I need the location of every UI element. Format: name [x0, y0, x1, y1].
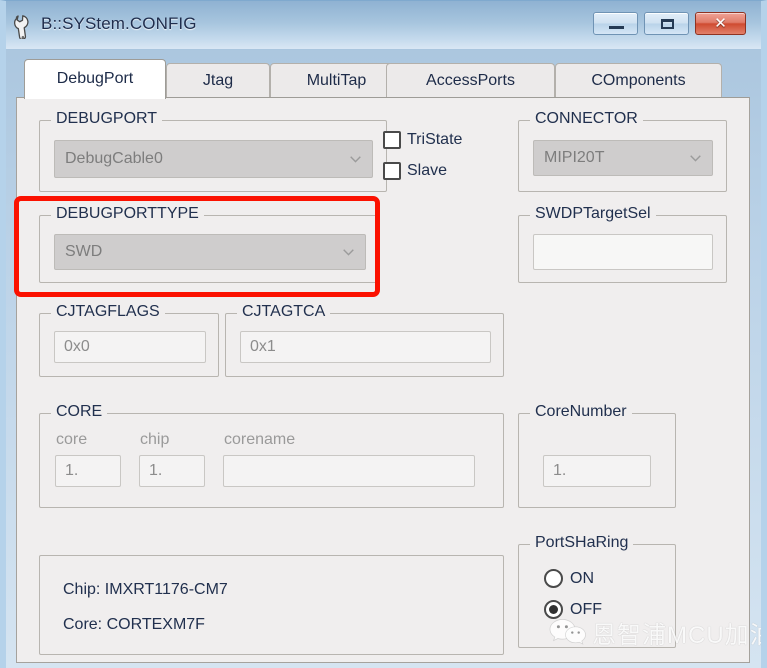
cjtagtca-input[interactable]: 0x1 [240, 331, 491, 363]
maximize-button[interactable] [644, 12, 689, 35]
slave-checkbox[interactable] [383, 162, 401, 180]
core-legend: CORE [51, 403, 108, 421]
cjtagtca-group: CJTAGTCA 0x1 [225, 303, 504, 377]
debugporttype-group: DEBUGPORTTYPE SWD [39, 205, 377, 283]
chevron-down-icon [343, 249, 354, 256]
tab-debugport[interactable]: DebugPort [24, 59, 166, 99]
cjtagtca-value: 0x1 [250, 338, 276, 355]
swdptargetsel-value [543, 235, 707, 269]
radio-selected-dot [549, 605, 558, 614]
tab-jtag[interactable]: Jtag [166, 63, 270, 98]
title-bar[interactable]: B::SYStem.CONFIG ✕ [6, 1, 761, 50]
chevron-down-icon [350, 156, 361, 163]
portsharing-off-label: OFF [570, 601, 602, 618]
window-title: B::SYStem.CONFIG [41, 14, 197, 33]
swdptargetsel-group: SWDPTargetSel [518, 205, 727, 283]
debugport-legend: DEBUGPORT [51, 110, 163, 128]
chip-field-label: chip [140, 431, 170, 448]
corenumber-input[interactable]: 1. [543, 455, 651, 487]
portsharing-on-label: ON [570, 570, 594, 587]
core-info-line: Core: CORTEXM7F [63, 616, 205, 633]
portsharing-group: PortSHaRing ON OFF [518, 534, 676, 648]
chip-info-line: Chip: IMXRT1176-CM7 [63, 581, 228, 598]
connector-legend: CONNECTOR [530, 110, 643, 128]
cjtagflags-value: 0x0 [64, 338, 90, 355]
corenumber-legend: CoreNumber [530, 403, 632, 421]
debugport-tab-panel: DEBUGPORT DebugCable0 TriState Slave CON… [16, 97, 750, 663]
minimize-button[interactable] [593, 12, 638, 35]
tristate-checkbox[interactable] [383, 131, 401, 149]
debugport-combo[interactable]: DebugCable0 [54, 140, 373, 178]
slave-label: Slave [407, 162, 448, 179]
portsharing-legend: PortSHaRing [530, 534, 634, 552]
chip-core-info-box: Chip: IMXRT1176-CM7 Core: CORTEXM7F [39, 555, 504, 655]
close-icon: ✕ [714, 15, 727, 32]
core-input[interactable]: 1. [55, 455, 121, 487]
corenumber-group: CoreNumber 1. [518, 403, 676, 508]
corenumber-value: 1. [553, 462, 567, 479]
tristate-label: TriState [407, 131, 463, 148]
maximize-icon [661, 19, 674, 29]
application-window: B::SYStem.CONFIG ✕ Jtag MultiTap AccessP… [0, 0, 767, 668]
wrench-icon [14, 15, 29, 39]
cjtagflags-group: CJTAGFLAGS 0x0 [39, 303, 219, 377]
debugport-group: DEBUGPORT DebugCable0 [39, 110, 387, 192]
tab-accessports[interactable]: AccessPorts [386, 63, 555, 98]
tab-components[interactable]: COmponents [555, 63, 722, 98]
corename-input[interactable] [223, 455, 475, 487]
chevron-down-icon [690, 155, 701, 162]
corename-field-label: corename [224, 431, 296, 448]
chip-value: 1. [149, 462, 163, 479]
debugporttype-value: SWD [65, 243, 103, 260]
core-field-label: core [56, 431, 88, 448]
chip-input[interactable]: 1. [139, 455, 205, 487]
corename-value [233, 456, 469, 486]
swdptargetsel-input[interactable] [533, 234, 713, 270]
connector-group: CONNECTOR MIPI20T [518, 110, 727, 192]
debugporttype-combo[interactable]: SWD [54, 234, 366, 270]
cjtagflags-input[interactable]: 0x0 [54, 331, 206, 363]
tab-multitap[interactable]: MultiTap [270, 63, 403, 98]
core-value: 1. [65, 462, 79, 479]
cjtagtca-legend: CJTAGTCA [237, 303, 331, 321]
swdptargetsel-legend: SWDPTargetSel [530, 205, 656, 223]
core-group: CORE core 1. chip 1. corename [39, 403, 504, 508]
minimize-icon [609, 26, 624, 29]
portsharing-off-radio[interactable] [544, 600, 563, 619]
debugporttype-legend: DEBUGPORTTYPE [51, 205, 204, 223]
connector-combo[interactable]: MIPI20T [533, 140, 713, 176]
close-button[interactable]: ✕ [695, 12, 746, 35]
debugport-value: DebugCable0 [65, 150, 163, 167]
connector-value: MIPI20T [544, 149, 605, 166]
portsharing-on-radio[interactable] [544, 569, 563, 588]
cjtagflags-legend: CJTAGFLAGS [51, 303, 165, 321]
tab-strip: Jtag MultiTap AccessPorts COmponents Deb… [16, 59, 750, 99]
